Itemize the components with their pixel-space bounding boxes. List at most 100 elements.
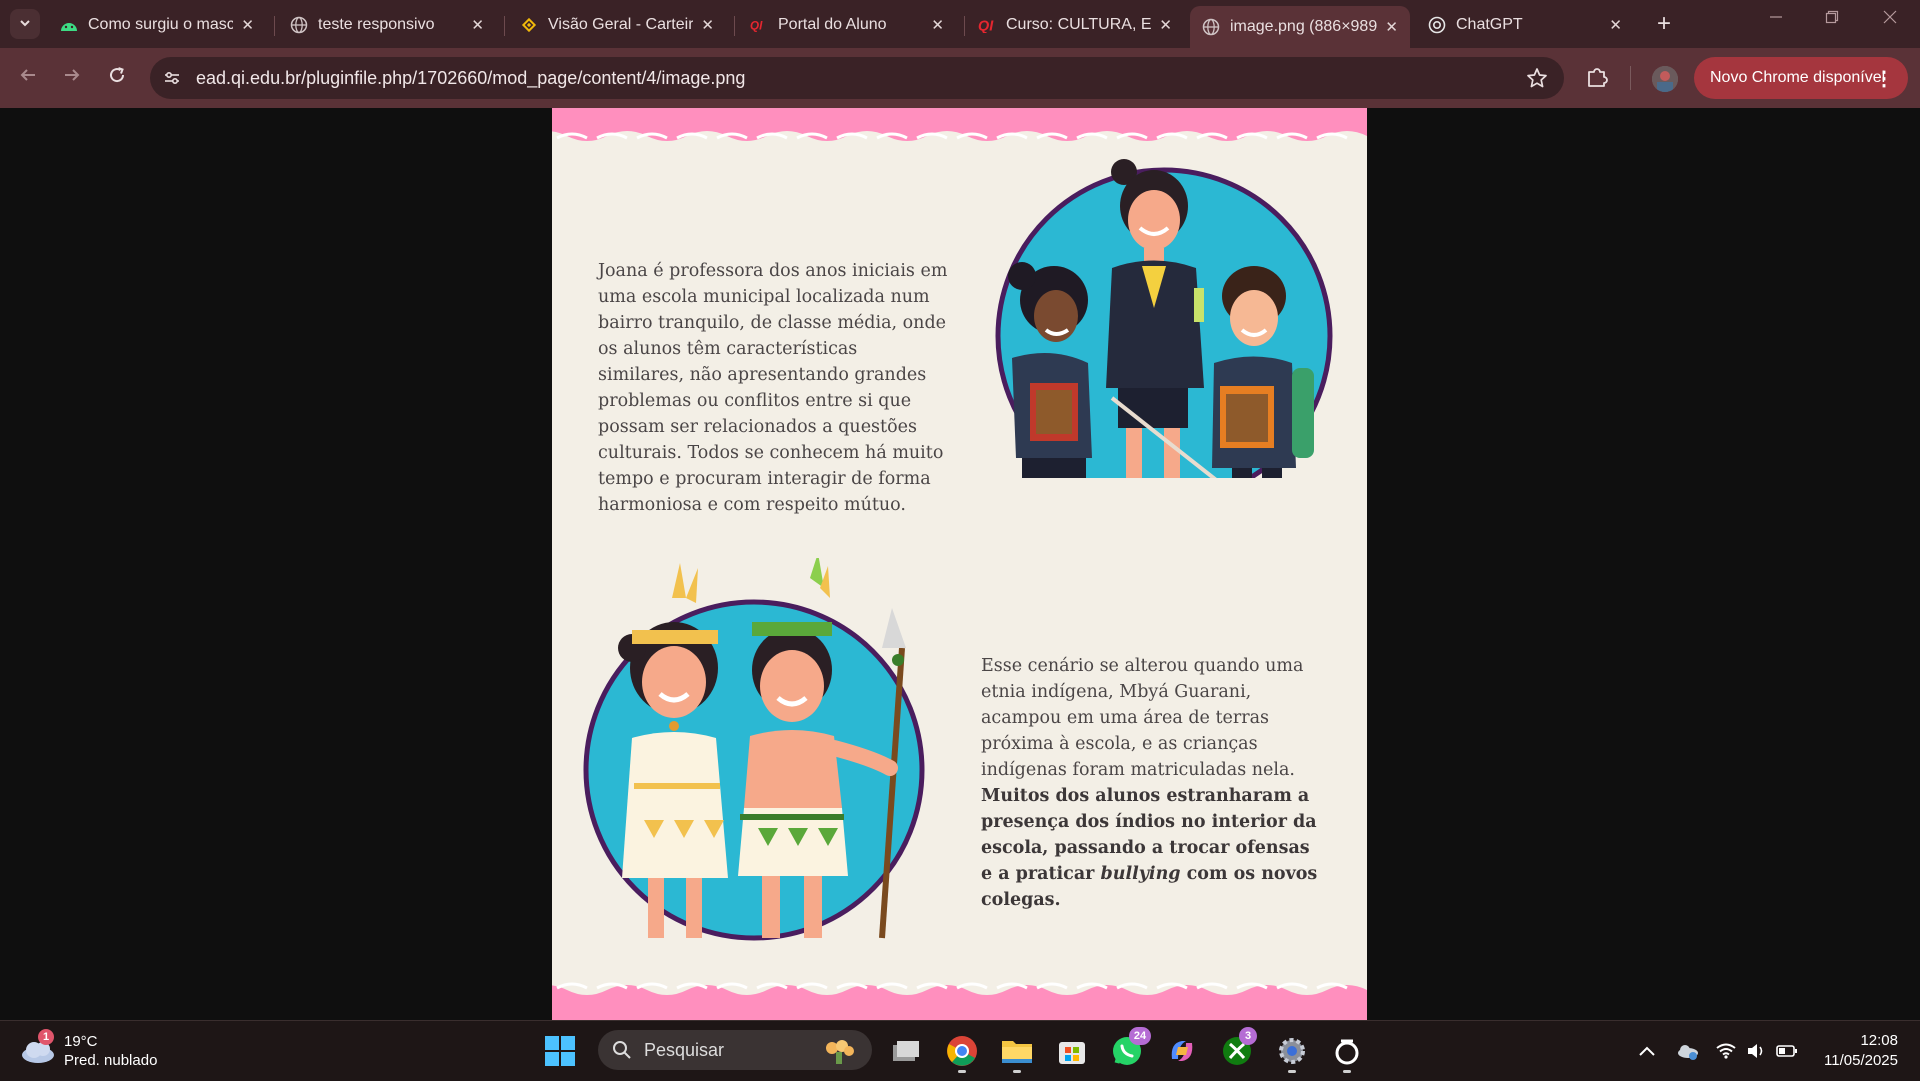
xbox-icon[interactable]: 3 — [1219, 1027, 1257, 1069]
whatsapp-badge: 24 — [1129, 1027, 1151, 1045]
tab-binance[interactable]: Visão Geral - Carteira ✕ — [508, 6, 726, 44]
reload-button[interactable] — [101, 62, 133, 94]
close-icon[interactable]: ✕ — [931, 16, 944, 34]
forward-button[interactable] — [56, 62, 88, 94]
close-icon[interactable]: ✕ — [1609, 16, 1622, 34]
close-icon[interactable]: ✕ — [1159, 16, 1172, 34]
more-menu-icon[interactable]: ⋮ — [1874, 66, 1894, 91]
new-tab-button[interactable]: + — [1650, 10, 1678, 38]
battery-icon[interactable] — [1776, 1021, 1798, 1081]
tab-search-button[interactable] — [10, 9, 40, 39]
update-label: Novo Chrome disponível — [1710, 69, 1886, 86]
close-icon[interactable]: ✕ — [1385, 18, 1398, 36]
svg-text:QI: QI — [750, 20, 763, 33]
close-icon[interactable]: ✕ — [471, 16, 484, 34]
paragraph-indigenous-story: Esse cenário se alterou quando uma etnia… — [981, 653, 1321, 913]
page-viewport: Joana é professora dos anos iniciais em … — [0, 108, 1920, 1020]
windows-taskbar: 1 19°C Pred. nublado Pesquisar 24 3 12:0… — [0, 1020, 1920, 1081]
minimize-icon[interactable] — [1756, 10, 1796, 29]
volume-icon[interactable] — [1746, 1021, 1766, 1081]
tab-chatgpt[interactable]: ChatGPT ✕ — [1416, 6, 1634, 44]
url-text[interactable]: ead.qi.edu.br/pluginfile.php/1702660/mod… — [196, 68, 745, 89]
onedrive-sync-icon[interactable] — [1676, 1021, 1700, 1081]
chrome-update-button[interactable]: Novo Chrome disponível ⋮ — [1694, 57, 1908, 99]
whatsapp-icon[interactable]: 24 — [1109, 1027, 1151, 1069]
binance-icon — [520, 16, 538, 34]
tab-title: Visão Geral - Carteira — [548, 16, 694, 33]
running-indicator — [1013, 1070, 1021, 1073]
tab-title: image.png (886×989 — [1230, 18, 1378, 35]
clock-date: 11/05/2025 — [1824, 1052, 1898, 1069]
running-indicator — [1288, 1070, 1296, 1073]
tab-portal-do-aluno[interactable]: QI Portal do Aluno ✕ — [738, 6, 956, 44]
browser-toolbar: ead.qi.edu.br/pluginfile.php/1702660/mod… — [0, 48, 1920, 108]
toolbar-divider — [1630, 66, 1631, 90]
image-content: Joana é professora dos anos iniciais em … — [552, 108, 1367, 1020]
running-indicator — [1343, 1070, 1351, 1073]
arrow-right-icon — [62, 65, 82, 91]
tab-title: teste responsivo — [318, 16, 435, 33]
tab-separator — [504, 16, 505, 36]
android-icon — [60, 16, 78, 34]
copilot-icon[interactable] — [1164, 1033, 1200, 1069]
tab-android[interactable]: Como surgiu o masco ✕ — [48, 6, 266, 44]
bookmark-star-icon[interactable] — [1526, 67, 1548, 95]
settings-gear-icon[interactable] — [1274, 1033, 1310, 1073]
paragraph2-bold: Muitos dos alunos estranharam a presença… — [981, 786, 1317, 910]
back-button[interactable] — [12, 62, 44, 94]
tab-title: ChatGPT — [1456, 16, 1523, 33]
wifi-icon[interactable] — [1716, 1021, 1736, 1081]
extensions-icon[interactable] — [1584, 64, 1610, 95]
search-placeholder: Pesquisar — [644, 1039, 725, 1060]
address-bar[interactable]: ead.qi.edu.br/pluginfile.php/1702660/mod… — [150, 57, 1564, 99]
top-wave-border — [552, 108, 1367, 141]
indigenous-children-illustration — [583, 558, 925, 941]
obs-app-icon[interactable] — [1329, 1033, 1365, 1073]
tab-curso-cultura[interactable]: QI Curso: CULTURA, ETN ✕ — [966, 6, 1184, 44]
profile-avatar[interactable] — [1652, 66, 1678, 92]
tab-title: Curso: CULTURA, ETN — [1006, 16, 1152, 33]
chevron-down-icon — [18, 16, 32, 33]
xbox-badge: 3 — [1239, 1027, 1257, 1045]
search-icon — [612, 1040, 632, 1060]
qi-icon: QI — [750, 16, 768, 34]
weather-temperature: 19°C — [64, 1033, 98, 1050]
close-icon[interactable]: ✕ — [701, 16, 714, 34]
globe-icon — [1202, 18, 1220, 36]
tab-teste-responsivo[interactable]: teste responsivo ✕ — [278, 6, 496, 44]
reload-icon — [107, 65, 127, 91]
svg-text:QI: QI — [978, 18, 994, 33]
windows-start-icon[interactable] — [545, 1036, 575, 1071]
microsoft-store-icon[interactable] — [1054, 1033, 1090, 1069]
chrome-taskbar-icon[interactable] — [944, 1033, 980, 1073]
teacher-students-illustration — [995, 159, 1333, 478]
system-clock[interactable]: 12:08 11/05/2025 — [1824, 1031, 1898, 1071]
tab-title: Como surgiu o masco — [88, 16, 234, 33]
running-indicator — [958, 1070, 966, 1073]
paragraph-teacher-story: Joana é professora dos anos iniciais em … — [598, 261, 948, 515]
tab-separator — [964, 16, 965, 36]
restore-icon[interactable] — [1812, 10, 1852, 29]
bottom-wave-border — [552, 982, 1367, 1020]
chatgpt-icon — [1428, 16, 1446, 34]
task-view-icon[interactable] — [888, 1033, 924, 1069]
globe-icon — [290, 16, 308, 34]
weather-widget[interactable]: 1 19°C Pred. nublado — [20, 1029, 180, 1071]
site-info-icon[interactable] — [158, 64, 186, 92]
close-icon[interactable]: ✕ — [241, 16, 254, 34]
tab-strip: Como surgiu o masco ✕ teste responsivo ✕… — [0, 0, 1920, 48]
paragraph2-plain: Esse cenário se alterou quando uma etnia… — [981, 656, 1304, 780]
paragraph2-italic: bullying — [1100, 864, 1181, 884]
close-window-icon[interactable] — [1870, 10, 1910, 29]
tab-separator — [274, 16, 275, 36]
tray-overflow-chevron-icon[interactable] — [1638, 1021, 1656, 1081]
tab-separator — [734, 16, 735, 36]
file-explorer-icon[interactable] — [999, 1033, 1035, 1073]
taskbar-search[interactable]: Pesquisar — [598, 1030, 872, 1070]
flowers-highlight-icon — [822, 1036, 858, 1069]
weather-condition: Pred. nublado — [64, 1052, 158, 1069]
tab-image-png-active[interactable]: image.png (886×989 ✕ — [1190, 6, 1410, 48]
tab-title: Portal do Aluno — [778, 16, 887, 33]
weather-alert-badge: 1 — [38, 1029, 54, 1045]
arrow-left-icon — [18, 65, 38, 91]
